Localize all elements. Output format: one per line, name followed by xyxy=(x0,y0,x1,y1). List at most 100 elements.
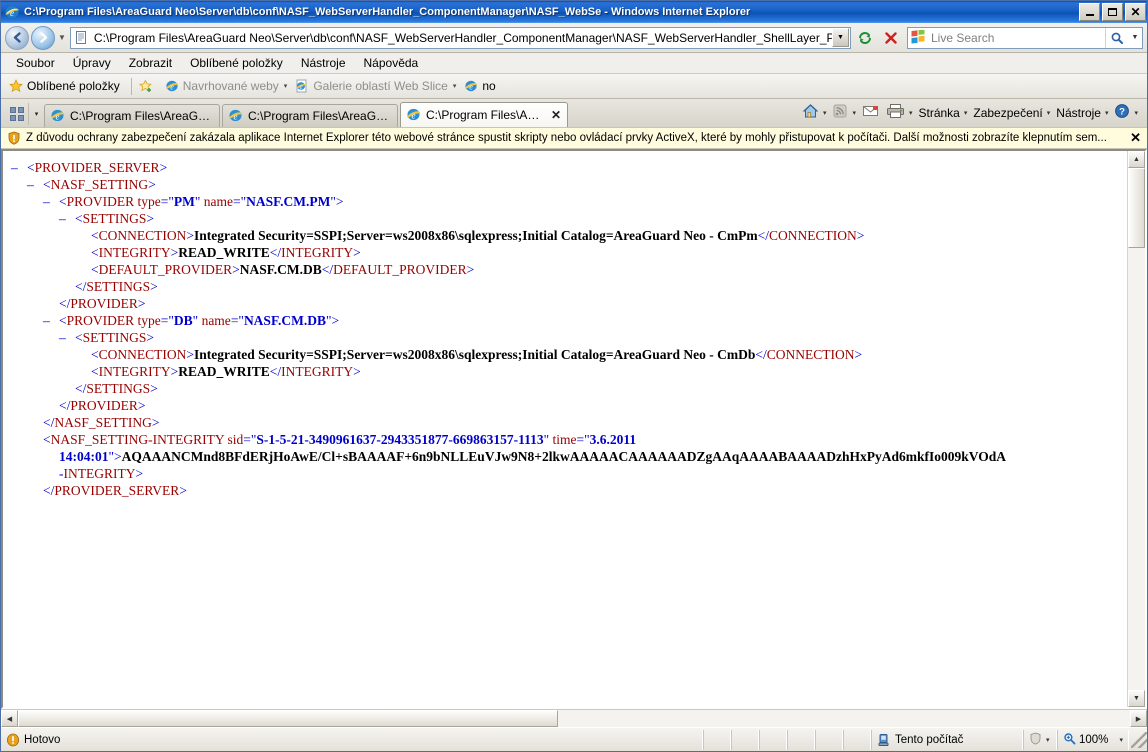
protected-mode-indicator[interactable]: ▾ xyxy=(1023,729,1057,750)
chevron-down-icon[interactable]: ▾ xyxy=(964,109,968,117)
tools-menu-button[interactable]: Nástroje ▾ xyxy=(1053,104,1111,122)
forward-button[interactable] xyxy=(31,25,55,50)
home-button[interactable]: ▾ xyxy=(799,101,830,124)
menu-item-nastroje[interactable]: Nástroje xyxy=(292,54,355,72)
help-button[interactable]: ? ▾ xyxy=(1111,101,1141,124)
vertical-scrollbar[interactable]: ▲ ▼ xyxy=(1127,151,1145,707)
chevron-down-icon[interactable]: ▾ xyxy=(1119,736,1123,744)
back-button[interactable] xyxy=(5,25,29,50)
quick-tabs-icon[interactable] xyxy=(6,103,28,125)
maximize-button[interactable] xyxy=(1102,3,1123,21)
xml-line: 14:04:01">AQAAANCMnd8BFdERjHoAwE/Cl+sBAA… xyxy=(11,448,1123,465)
security-menu-button[interactable]: Zabezpečení ▾ xyxy=(970,104,1053,122)
security-zone-indicator[interactable]: Tento počítač xyxy=(871,729,1023,750)
add-to-favorites-bar-button[interactable] xyxy=(137,79,163,93)
address-input[interactable]: C:\Program Files\AreaGuard Neo\Server\db… xyxy=(69,26,851,49)
stop-icon[interactable] xyxy=(879,26,903,50)
feeds-button[interactable]: ▾ xyxy=(829,101,859,124)
collapse-toggle-icon[interactable]: – xyxy=(43,193,59,210)
favorite-link-no[interactable]: e no xyxy=(462,79,501,93)
chevron-down-icon[interactable]: ▾ xyxy=(852,109,856,117)
xml-token: PROVIDER_SERVER xyxy=(54,483,180,498)
horizontal-scrollbar[interactable]: ◀ ▶ xyxy=(1,709,1147,727)
tab-list-dropdown-button[interactable]: ▾ xyxy=(28,103,44,125)
web-slice-gallery-button[interactable]: e Galerie oblastí Web Slice ▾ xyxy=(293,79,462,93)
favorites-button[interactable]: Oblíbené položky xyxy=(7,79,126,93)
xml-token: </ xyxy=(755,347,767,362)
status-message: Hotovo xyxy=(1,729,703,750)
suggested-sites-button[interactable]: e Navrhované weby ▾ xyxy=(163,79,294,93)
vertical-scroll-track[interactable] xyxy=(1128,248,1145,690)
svg-text:e: e xyxy=(412,110,416,120)
tab-3-active[interactable]: e C:\Program Files\AreaGu... ✕ xyxy=(400,102,568,127)
chevron-down-icon[interactable]: ▾ xyxy=(909,109,913,117)
chevron-down-icon[interactable]: ▾ xyxy=(453,82,457,90)
collapse-toggle-icon[interactable]: – xyxy=(59,329,75,346)
chevron-down-icon[interactable]: ▾ xyxy=(1105,109,1109,117)
scroll-up-button[interactable]: ▲ xyxy=(1128,151,1145,168)
xml-token: </ xyxy=(43,415,55,430)
page-menu-button[interactable]: Stránka ▾ xyxy=(916,104,971,122)
chevron-down-icon[interactable]: ▾ xyxy=(1046,736,1050,744)
collapse-toggle-icon[interactable]: – xyxy=(43,312,59,329)
protected-mode-icon xyxy=(1029,732,1042,748)
horizontal-scroll-track[interactable] xyxy=(18,710,1130,727)
chevron-down-icon[interactable]: ▾ xyxy=(1047,109,1051,117)
feeds-icon xyxy=(832,103,848,122)
status-pane-6 xyxy=(843,729,871,750)
close-tab-icon[interactable]: ✕ xyxy=(551,108,561,122)
svg-text:e: e xyxy=(234,111,238,121)
ie-page-icon: e xyxy=(295,79,309,93)
search-icon[interactable] xyxy=(1105,27,1128,48)
print-button[interactable]: ▾ xyxy=(883,101,916,124)
scroll-right-button[interactable]: ▶ xyxy=(1130,710,1147,727)
scroll-left-button[interactable]: ◀ xyxy=(1,710,18,727)
suggested-sites-label: Navrhované weby xyxy=(182,79,279,93)
xml-token: > xyxy=(179,483,187,498)
zoom-control[interactable]: 100% ▾ xyxy=(1057,729,1129,750)
xml-token: > xyxy=(353,364,361,379)
xml-line: </SETTINGS> xyxy=(11,278,1123,295)
close-button[interactable]: ✕ xyxy=(1125,3,1146,21)
security-information-bar[interactable]: Z důvodu ochrany zabezpečení zakázala ap… xyxy=(1,127,1147,149)
refresh-icon[interactable] xyxy=(853,26,877,50)
xml-tree-view[interactable]: – <PROVIDER_SERVER> – <NASF_SETTING> – <PROVI… xyxy=(3,151,1127,707)
horizontal-scroll-thumb[interactable] xyxy=(18,710,558,727)
minimize-button[interactable] xyxy=(1079,3,1100,21)
menu-item-zobrazit[interactable]: Zobrazit xyxy=(120,54,181,72)
tab-2[interactable]: e C:\Program Files\AreaGuard ... xyxy=(222,104,398,127)
menu-item-upravy[interactable]: Úpravy xyxy=(64,54,120,72)
tab-1[interactable]: e C:\Program Files\AreaGuard ... xyxy=(44,104,220,127)
print-icon xyxy=(886,103,905,122)
collapse-toggle-icon[interactable]: – xyxy=(59,210,75,227)
svg-text:e: e xyxy=(470,83,474,92)
chevron-down-icon[interactable]: ▼ xyxy=(58,33,66,42)
scroll-down-button[interactable]: ▼ xyxy=(1128,690,1145,707)
xml-token: type xyxy=(137,313,161,328)
chevron-down-icon[interactable]: ▾ xyxy=(1134,109,1138,117)
search-dropdown-button[interactable]: ▼ xyxy=(1128,28,1142,48)
search-placeholder: Live Search xyxy=(931,30,995,45)
collapse-toggle-icon[interactable]: – xyxy=(11,159,27,176)
xml-token: > xyxy=(148,177,156,192)
internet-explorer-icon: e xyxy=(4,4,20,20)
menu-item-oblibene-polozky[interactable]: Oblíbené položky xyxy=(181,54,292,72)
xml-token: < xyxy=(91,347,99,362)
close-infobar-icon[interactable]: ✕ xyxy=(1130,130,1141,146)
xml-token: </ xyxy=(75,279,87,294)
xml-line: <INTEGRITY>READ_WRITE</INTEGRITY> xyxy=(11,244,1123,261)
page-icon xyxy=(74,30,90,46)
collapse-toggle-icon[interactable]: – xyxy=(27,176,43,193)
vertical-scroll-thumb[interactable] xyxy=(1128,168,1145,248)
chevron-down-icon[interactable]: ▾ xyxy=(284,82,288,90)
search-input[interactable]: Live Search ▼ xyxy=(907,26,1143,49)
mail-button[interactable] xyxy=(859,102,883,123)
chevron-down-icon[interactable]: ▾ xyxy=(823,109,827,117)
menu-item-napoveda[interactable]: Nápověda xyxy=(355,54,428,72)
resize-grip[interactable] xyxy=(1131,731,1147,748)
xml-token: </ xyxy=(757,228,770,243)
menu-item-soubor[interactable]: Soubor xyxy=(7,54,64,72)
xml-token: </ xyxy=(43,483,55,498)
address-dropdown-button[interactable]: ▼ xyxy=(832,28,849,47)
xml-line: – <PROVIDER_SERVER> xyxy=(11,159,1123,176)
